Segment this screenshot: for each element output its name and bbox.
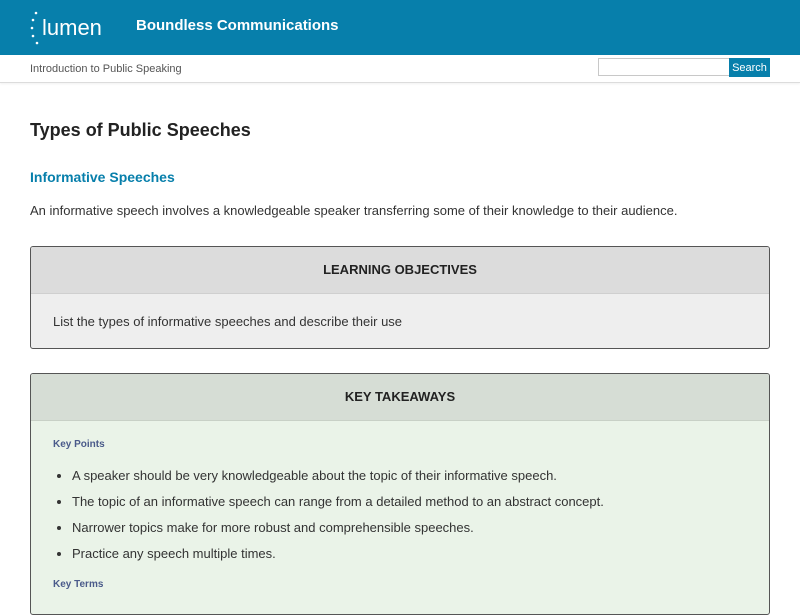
section-title: Informative Speeches (30, 169, 175, 185)
lumen-logo[interactable]: lumen (30, 9, 110, 47)
svg-text:lumen: lumen (42, 15, 102, 40)
intro-paragraph: An informative speech involves a knowled… (30, 203, 678, 218)
breadcrumb[interactable]: Introduction to Public Speaking (30, 63, 182, 75)
top-bar: lumen Boundless Communications (0, 0, 800, 55)
learning-objectives-heading: LEARNING OBJECTIVES (31, 247, 769, 294)
list-item: A speaker should be very knowledgeable a… (72, 466, 604, 492)
learning-objectives-text: List the types of informative speeches a… (53, 314, 403, 329)
list-item: Narrower topics make for more robust and… (72, 518, 604, 544)
search-input[interactable] (598, 58, 730, 76)
key-takeaways-heading: KEY TAKEAWAYS (31, 374, 769, 421)
key-points-label: Key Points (53, 439, 105, 450)
site-title[interactable]: Boundless Communications (136, 17, 339, 34)
key-takeaways-box: KEY TAKEAWAYS Key Points A speaker shoul… (30, 373, 770, 615)
learning-objectives-box: LEARNING OBJECTIVES List the types of in… (30, 246, 770, 349)
sub-bar: Introduction to Public Speaking Search (0, 55, 800, 83)
key-points-list: A speaker should be very knowledgeable a… (53, 466, 604, 570)
search-button[interactable]: Search (729, 58, 770, 77)
key-terms-label: Key Terms (53, 579, 104, 590)
page-title: Types of Public Speeches (30, 120, 251, 140)
list-item: The topic of an informative speech can r… (72, 492, 604, 518)
list-item: Practice any speech multiple times. (72, 544, 604, 570)
